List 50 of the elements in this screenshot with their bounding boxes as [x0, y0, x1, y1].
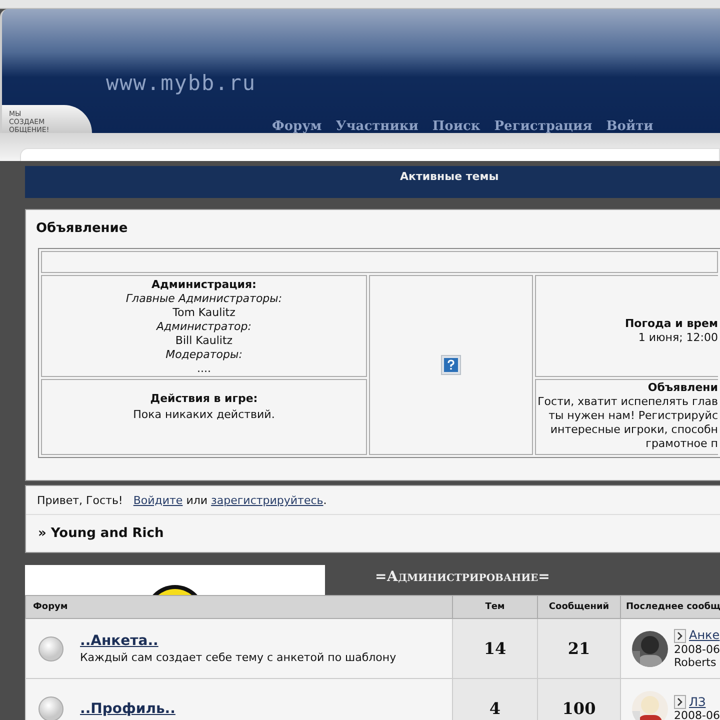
notice-line: ты нужен нам! Регистрируйс — [548, 409, 718, 423]
forum-link[interactable]: ..Профиль.. — [80, 700, 176, 716]
member-name: .... — [197, 362, 211, 376]
forum-description: Каждый сам создает себе тему с анкетой по шаблону — [80, 651, 396, 664]
active-topics-bar[interactable]: Активные темы — [25, 166, 720, 198]
site-logo[interactable]: www.mybb.ru — [106, 71, 256, 95]
last-post-link[interactable]: Анке — [689, 629, 720, 642]
member-name: Tom Kaulitz — [172, 306, 236, 320]
register-link[interactable]: зарегистрируйтесь — [211, 494, 324, 507]
notice-line: грамотное п — [646, 437, 718, 451]
forum-status-icon — [38, 696, 64, 720]
post-count: 100 — [538, 678, 620, 720]
post-count: 21 — [538, 618, 620, 678]
nav-link[interactable]: Регистрация — [494, 119, 592, 133]
section-title: Погода и врем — [624, 317, 718, 331]
column-header: Форум — [26, 596, 452, 618]
post-date: 2008-06 — [674, 709, 720, 720]
help-icon[interactable] — [441, 355, 461, 375]
panel-title: Объявление — [35, 220, 129, 238]
login-link[interactable]: Войдите — [133, 494, 183, 507]
post-date: 2008-06 — [674, 642, 720, 656]
role-label: Главные Администраторы: — [126, 292, 282, 306]
topic-count: 14 — [452, 618, 538, 678]
forum-link[interactable]: ..Анкета.. — [80, 633, 158, 649]
section-title: Объявлени — [648, 381, 718, 395]
role-label: Модераторы: — [166, 348, 242, 362]
date-time: 1 июня; 12:00 — [638, 331, 718, 345]
author-name: Roberts — [674, 656, 718, 668]
nav-link[interactable]: Поиск — [432, 119, 480, 133]
nav-link[interactable]: Участники — [336, 119, 418, 133]
column-header: Тем — [452, 596, 538, 618]
last-post-link[interactable]: ЛЗ — [689, 696, 706, 708]
column-header: Последнее сообщ — [620, 596, 720, 618]
chevron-icon[interactable] — [674, 695, 686, 709]
member-name: Bill Kaulitz — [175, 334, 233, 348]
role-label: Администратор: — [156, 320, 252, 334]
category-title: =Администрирование= — [374, 568, 550, 587]
nav-link[interactable]: Войти — [606, 119, 654, 133]
notice-line: интересные игроки, способн — [550, 423, 718, 437]
breadcrumb[interactable]: » Young and Rich — [26, 515, 720, 552]
notice-line: Гости, хватит испепелять глав — [538, 395, 718, 409]
welcome-text: Привет, Гость! Войдите или зарегистрируйтесь. — [26, 486, 720, 515]
nav-link[interactable]: Форум — [272, 119, 322, 133]
section-title: Действия в игре: — [150, 392, 258, 405]
section-title: Администрация: — [152, 278, 256, 292]
forum-status-icon — [38, 636, 64, 662]
status-text: Пока никаких действий. — [133, 408, 275, 421]
topic-count: 4 — [452, 678, 538, 720]
column-header: Сообщений — [538, 596, 620, 618]
chevron-icon[interactable] — [674, 628, 686, 642]
